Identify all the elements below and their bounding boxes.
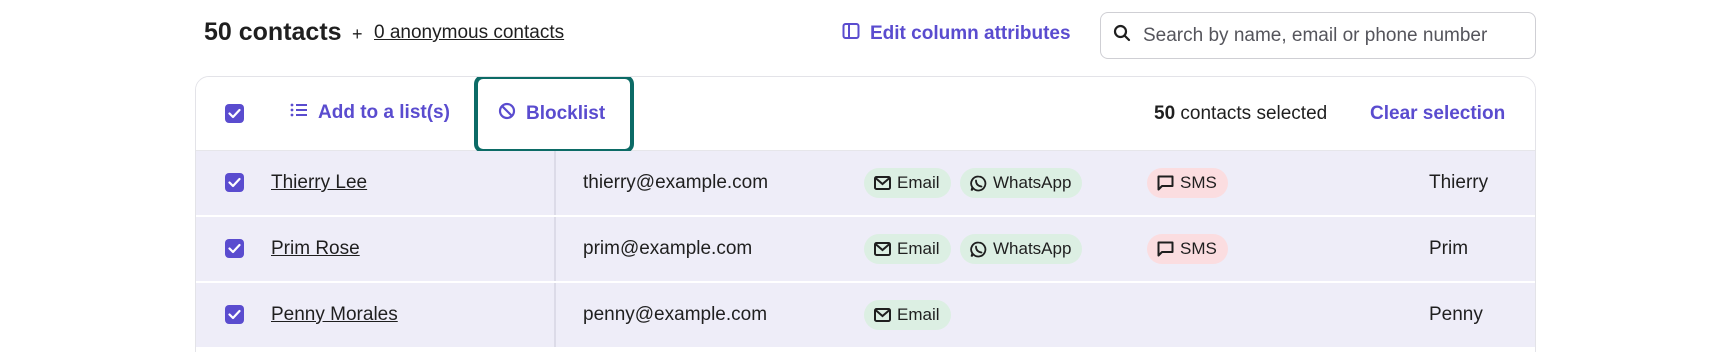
edit-column-attributes-button[interactable]: Edit column attributes <box>842 22 1071 46</box>
blocklist-label: Blocklist <box>526 103 606 124</box>
contact-name-link[interactable]: Penny Morales <box>271 304 398 326</box>
whatsapp-icon <box>970 241 987 257</box>
contact-email: prim@example.com <box>583 238 753 259</box>
add-to-list-label: Add to a list(s) <box>318 102 450 123</box>
blocklist-button[interactable]: Blocklist <box>498 102 605 126</box>
whatsapp-channel-label: WhatsApp <box>993 173 1072 192</box>
add-to-list-button[interactable]: Add to a list(s) <box>290 102 450 124</box>
bulk-action-bar: Add to a list(s) Blocklist 50 contacts s… <box>196 77 1535 153</box>
whatsapp-channel-badge: WhatsApp <box>960 168 1083 198</box>
contact-first-name: Prim <box>1429 238 1469 259</box>
contact-first-name: Penny <box>1429 304 1483 325</box>
plus-separator: + <box>352 24 363 44</box>
check-icon <box>228 108 241 119</box>
email-channel-badge: Email <box>864 234 951 264</box>
envelope-icon <box>874 176 891 190</box>
email-channel-label: Email <box>897 173 940 192</box>
row-checkbox[interactable] <box>225 239 244 258</box>
table-row[interactable]: Thierry Lee thierry@example.com Email Wh… <box>196 151 1535 216</box>
row-checkbox[interactable] <box>225 305 244 324</box>
email-channel-badge: Email <box>864 168 951 198</box>
contact-first-name: Thierry <box>1429 172 1489 193</box>
select-all-checkbox[interactable] <box>225 104 244 123</box>
search-box[interactable] <box>1100 12 1536 59</box>
contact-name-link[interactable]: Thierry Lee <box>271 172 367 194</box>
search-icon <box>1113 24 1131 47</box>
contact-name-link[interactable]: Prim Rose <box>271 238 360 260</box>
envelope-icon <box>874 308 891 322</box>
selected-suffix: contacts selected <box>1175 103 1328 124</box>
contacts-header: 50 contacts + 0 anonymous contacts Edit … <box>0 0 1729 70</box>
check-icon <box>228 243 241 254</box>
contact-email: penny@example.com <box>583 304 768 325</box>
anonymous-contacts-link[interactable]: 0 anonymous contacts <box>374 22 564 44</box>
columns-icon <box>842 22 860 46</box>
check-icon <box>228 177 241 188</box>
sms-channel-badge: SMS <box>1147 234 1228 264</box>
contacts-table: Add to a list(s) Blocklist 50 contacts s… <box>195 76 1536 352</box>
block-icon <box>498 102 516 126</box>
column-divider <box>554 151 556 215</box>
list-icon <box>290 102 308 124</box>
email-channel-label: Email <box>897 239 940 258</box>
search-input[interactable] <box>1143 24 1523 47</box>
edit-column-attributes-label: Edit column attributes <box>870 23 1071 44</box>
email-channel-label: Email <box>897 305 940 324</box>
column-divider <box>554 283 556 347</box>
table-row[interactable]: Penny Morales penny@example.com Email Pe… <box>196 283 1535 348</box>
whatsapp-icon <box>970 175 987 191</box>
email-channel-badge: Email <box>864 300 951 330</box>
sms-channel-badge: SMS <box>1147 168 1228 198</box>
whatsapp-channel-badge: WhatsApp <box>960 234 1083 264</box>
contact-email: thierry@example.com <box>583 172 769 193</box>
row-checkbox[interactable] <box>225 173 244 192</box>
envelope-icon <box>874 242 891 256</box>
chat-bubble-icon <box>1157 175 1174 191</box>
clear-selection-button[interactable]: Clear selection <box>1370 103 1505 125</box>
selection-summary: 50 contacts selected <box>1154 103 1327 125</box>
contacts-count-title: 50 contacts <box>204 18 342 46</box>
sms-channel-label: SMS <box>1180 239 1217 258</box>
selected-count: 50 <box>1154 103 1176 124</box>
chat-bubble-icon <box>1157 241 1174 257</box>
sms-channel-label: SMS <box>1180 173 1217 192</box>
column-divider <box>554 217 556 281</box>
whatsapp-channel-label: WhatsApp <box>993 239 1072 258</box>
table-row[interactable]: Prim Rose prim@example.com Email WhatsAp… <box>196 217 1535 282</box>
check-icon <box>228 309 241 320</box>
